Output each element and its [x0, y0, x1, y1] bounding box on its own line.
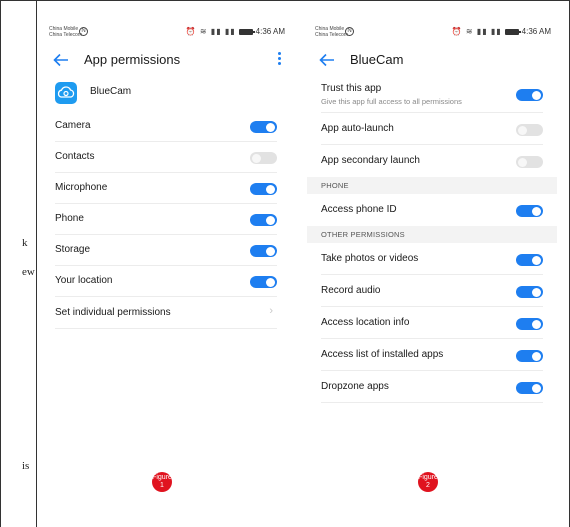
battery-icon [504, 28, 521, 35]
permission-label: Phone [55, 213, 84, 224]
nfc-icon: N [345, 27, 354, 36]
phone-screen-app-permissions: China Mobile China Telecom N ⏰ ≋ ▮▮ ▮▮ 4… [41, 17, 291, 505]
section-header-phone: PHONE [307, 177, 557, 194]
photos-videos-toggle[interactable] [516, 254, 543, 266]
auto-launch-label: App auto-launch [321, 123, 394, 134]
app-bar: BlueCam [307, 49, 557, 73]
trust-app-toggle[interactable] [516, 89, 543, 101]
installed-apps-toggle[interactable] [516, 350, 543, 362]
section-title: PHONE [321, 181, 349, 190]
location-info-toggle[interactable] [516, 318, 543, 330]
permission-label: Camera [55, 120, 91, 131]
back-arrow-icon[interactable] [51, 50, 71, 70]
status-time: 4:36 AM [521, 27, 551, 36]
page-title: BlueCam [350, 52, 404, 67]
trust-app-label: Trust this app [321, 83, 382, 94]
dropzone-apps-toggle[interactable] [516, 382, 543, 394]
cloud-camera-icon [57, 86, 75, 98]
permission-row-photos-videos[interactable]: Take photos or videos [321, 243, 543, 275]
permission-label: Storage [55, 244, 91, 255]
camera-toggle[interactable] [250, 121, 277, 133]
auto-launch-row[interactable]: App auto-launch [321, 113, 543, 145]
access-phone-id-toggle[interactable] [516, 205, 543, 217]
text-fragment: is [22, 460, 30, 472]
permission-label: Dropzone apps [321, 381, 389, 392]
section-header-other-permissions: OTHER PERMISSIONS [307, 226, 557, 243]
battery-icon [238, 28, 255, 35]
location-toggle[interactable] [250, 276, 277, 288]
phone-toggle[interactable] [250, 214, 277, 226]
page-title: App permissions [84, 52, 181, 67]
secondary-launch-toggle[interactable] [516, 156, 543, 168]
wifi-signal-icons: ⏰ ≋ ▮▮ ▮▮ [451, 27, 502, 36]
carrier-line-2: China Telecom [49, 32, 82, 38]
figure-number: 2 [426, 482, 430, 489]
storage-toggle[interactable] [250, 245, 277, 257]
secondary-launch-label: App secondary launch [321, 155, 420, 166]
more-options-icon[interactable] [276, 52, 282, 68]
app-name: BlueCam [90, 86, 132, 97]
text-fragment: k [22, 237, 28, 249]
trust-app-description: Give this app full access to all permiss… [321, 97, 462, 106]
set-individual-label: Set individual permissions [55, 307, 171, 318]
status-bar: China Mobile China Telecom N ⏰ ≋ ▮▮ ▮▮ 4… [41, 24, 291, 44]
permission-row-record-audio[interactable]: Record audio [321, 275, 543, 307]
permission-row-location-info[interactable]: Access location info [321, 307, 543, 339]
permission-label: Microphone [55, 182, 108, 193]
wifi-signal-icons: ⏰ ≋ ▮▮ ▮▮ [185, 27, 236, 36]
trust-app-row[interactable]: Trust this app Give this app full access… [321, 77, 543, 113]
permission-label: Your location [55, 275, 113, 286]
permission-row-installed-apps[interactable]: Access list of installed apps [321, 339, 543, 371]
figure-label: Figure [152, 474, 172, 481]
frame-left-line [0, 0, 1, 527]
permission-label: Take photos or videos [321, 253, 419, 264]
permission-label: Record audio [321, 285, 381, 296]
permission-label: Access list of installed apps [321, 349, 444, 360]
secondary-launch-row[interactable]: App secondary launch [321, 145, 543, 177]
figure-label: Figure [418, 474, 438, 481]
nfc-icon: N [79, 27, 88, 36]
permission-row-dropzone-apps[interactable]: Dropzone apps [321, 371, 543, 403]
carrier-line-2: China Telecom [315, 32, 348, 38]
carrier-info: China Mobile China Telecom [49, 26, 82, 38]
bluecam-app-icon [55, 82, 77, 104]
status-right: ⏰ ≋ ▮▮ ▮▮ 4:36 AM [452, 27, 551, 36]
set-individual-permissions-row[interactable]: Set individual permissions › [55, 297, 277, 329]
status-time: 4:36 AM [255, 27, 285, 36]
permission-row-storage[interactable]: Storage [55, 235, 277, 266]
permission-row-camera[interactable]: Camera [55, 111, 277, 142]
permission-row-location[interactable]: Your location [55, 266, 277, 297]
frame-divider-line [36, 0, 37, 527]
contacts-toggle[interactable] [250, 152, 277, 164]
chevron-right-icon: › [269, 305, 273, 317]
record-audio-toggle[interactable] [516, 286, 543, 298]
permission-row-microphone[interactable]: Microphone [55, 173, 277, 204]
permission-row-contacts[interactable]: Contacts [55, 142, 277, 173]
microphone-toggle[interactable] [250, 183, 277, 195]
back-arrow-icon[interactable] [317, 50, 337, 70]
carrier-info: China Mobile China Telecom [315, 26, 348, 38]
text-fragment: ew [22, 266, 35, 278]
section-title: OTHER PERMISSIONS [321, 230, 405, 239]
access-phone-id-row[interactable]: Access phone ID [321, 194, 543, 226]
status-right: ⏰ ≋ ▮▮ ▮▮ 4:36 AM [186, 27, 285, 36]
status-bar: China Mobile China Telecom N ⏰ ≋ ▮▮ ▮▮ 4… [307, 24, 557, 44]
figure-badge: Figure 2 [418, 472, 438, 492]
figure-badge: Figure 1 [152, 472, 172, 492]
phone-screen-bluecam: China Mobile China Telecom N ⏰ ≋ ▮▮ ▮▮ 4… [307, 17, 557, 505]
frame-top-line [0, 0, 570, 1]
access-phone-id-label: Access phone ID [321, 204, 397, 215]
auto-launch-toggle[interactable] [516, 124, 543, 136]
app-bar: App permissions [41, 49, 291, 73]
permission-label: Contacts [55, 151, 95, 162]
permission-row-phone[interactable]: Phone [55, 204, 277, 235]
figure-number: 1 [160, 482, 164, 489]
permission-label: Access location info [321, 317, 410, 328]
